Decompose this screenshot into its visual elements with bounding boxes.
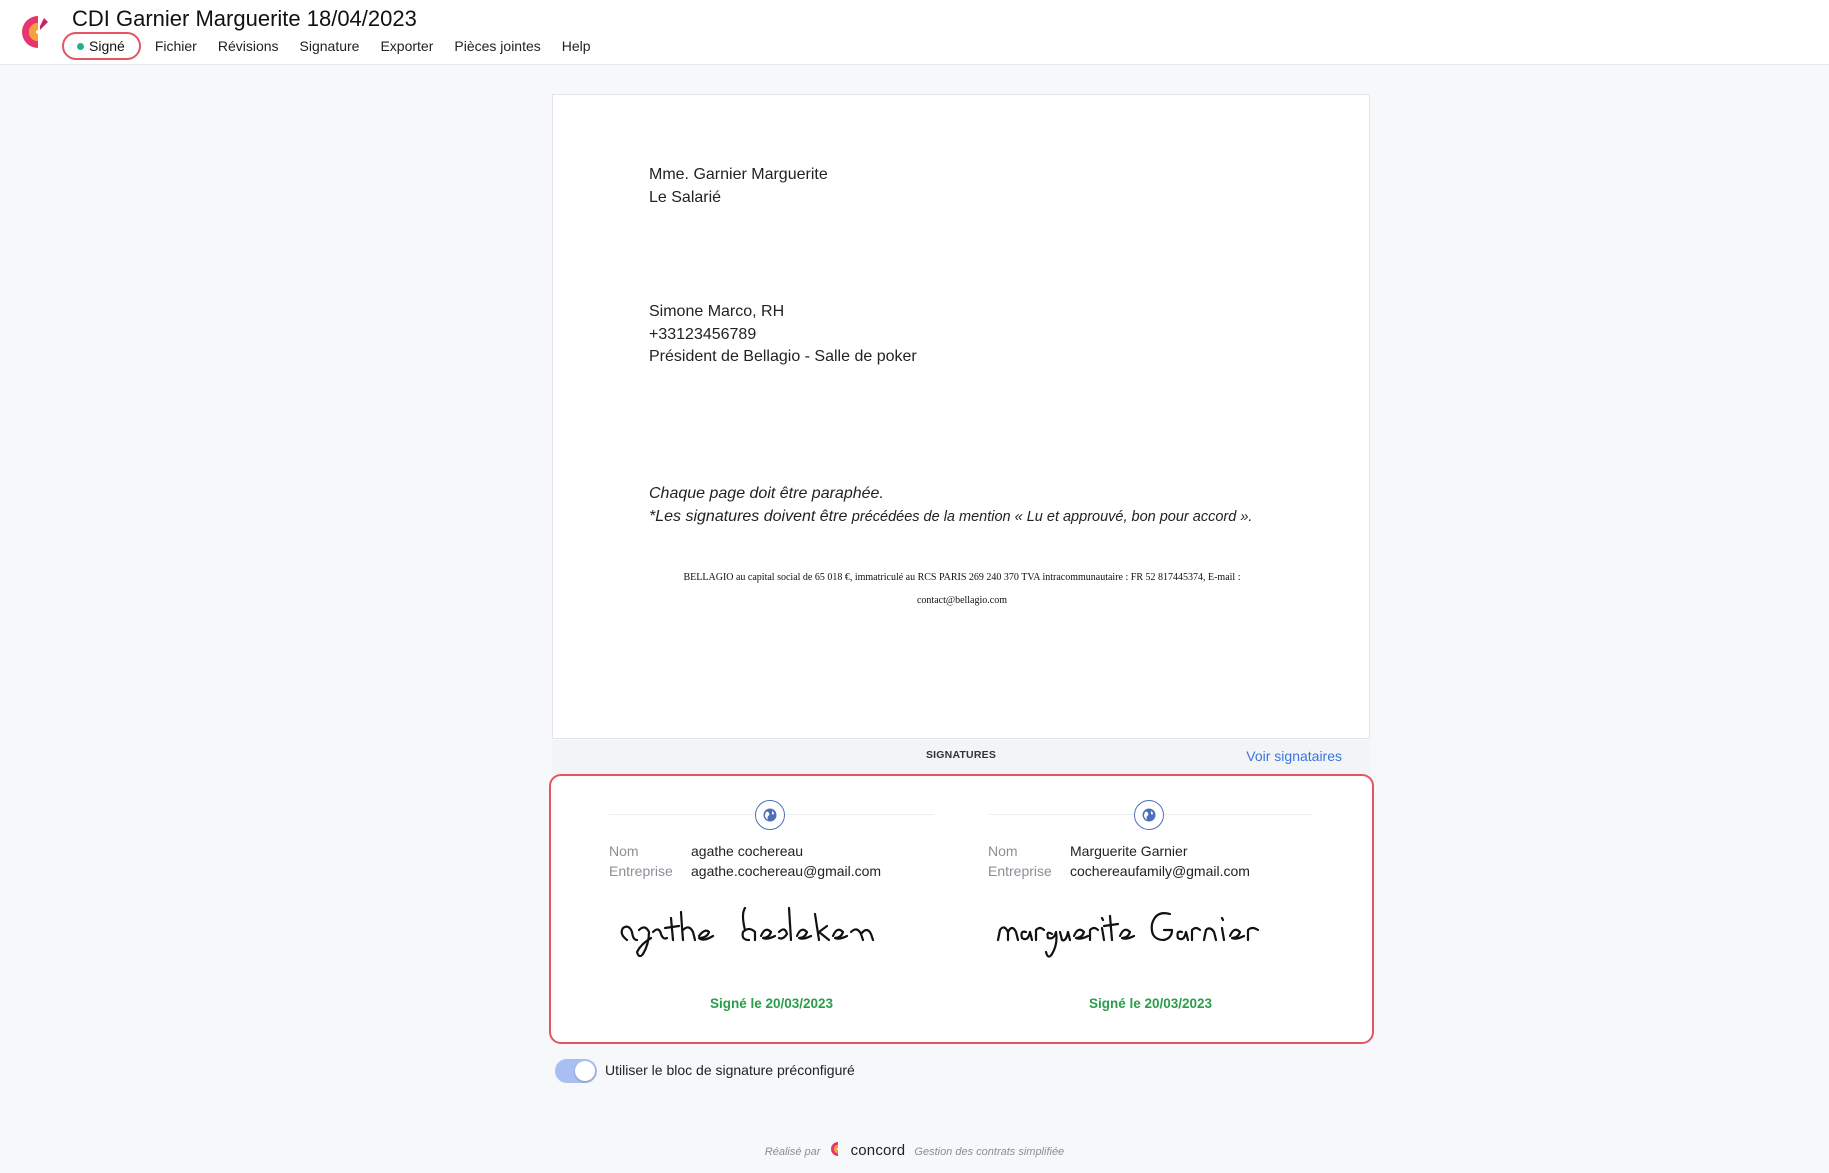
- document-title: CDI Garnier Marguerite 18/04/2023: [72, 6, 417, 31]
- signer-role: Président de Bellagio - Salle de poker: [649, 348, 917, 365]
- signer-card: Nom agathe cochereau Entreprise agathe.coc…: [609, 776, 939, 1036]
- footer-tagline: Gestion des contrats simplifiée: [914, 1146, 1065, 1158]
- company-label: Entreprise: [609, 863, 673, 879]
- signatures-header: SIGNATURES Voir signataires: [552, 740, 1370, 774]
- status-dot-icon: [77, 42, 84, 50]
- signer-company-row: Entreprise cochereaufamily@gmail.com: [988, 863, 1250, 879]
- menu-help[interactable]: Help: [562, 38, 591, 54]
- signer-name-row: Nom Marguerite Garnier: [988, 843, 1188, 859]
- menu-bar: Signé Fichier Révisions Signature Export…: [62, 31, 612, 61]
- recipient-role: Le Salarié: [649, 189, 722, 206]
- note-line-2-part-1: *Les signatures doivent être: [649, 508, 848, 525]
- menu-pieces-jointes[interactable]: Pièces jointes: [454, 38, 540, 54]
- toggle-knob: [575, 1061, 595, 1081]
- menu-signature[interactable]: Signature: [300, 38, 360, 54]
- status-label: Signé: [89, 38, 125, 54]
- recipient-name: Mme. Garnier Marguerite: [649, 166, 828, 183]
- menu-revisions[interactable]: Révisions: [218, 38, 279, 54]
- note-line-2: *Les signatures doivent être précédées d…: [649, 505, 1252, 529]
- signer-company-value: agathe.cochereau@gmail.com: [691, 863, 882, 879]
- concord-logo-icon[interactable]: [18, 12, 52, 52]
- signer-company-row: Entreprise agathe.cochereau@gmail.com: [609, 863, 881, 879]
- footer-brand[interactable]: concord: [851, 1142, 906, 1159]
- signer-name-row: Nom agathe cochereau: [609, 843, 803, 859]
- globe-icon: [1134, 800, 1164, 830]
- view-signers-link[interactable]: Voir signataires: [1246, 748, 1342, 764]
- preconfigured-signature-toggle[interactable]: [555, 1059, 597, 1083]
- note-line-1: Chaque page doit être paraphée.: [649, 485, 884, 502]
- handwritten-signature: [996, 912, 1260, 958]
- signer-company-value: cochereaufamily@gmail.com: [1070, 863, 1250, 879]
- name-label: Nom: [988, 843, 1018, 859]
- concord-small-logo-icon: [830, 1142, 838, 1156]
- toggle-label: Utiliser le bloc de signature préconfigu…: [605, 1062, 855, 1078]
- signed-date: Signé le 20/03/2023: [709, 996, 834, 1011]
- signature-block: Nom agathe cochereau Entreprise agathe.coc…: [549, 774, 1374, 1044]
- legal-line-1: BELLAGIO au capital social de 65 018 €, …: [683, 572, 1241, 583]
- signer-phone: +33123456789: [649, 326, 757, 343]
- handwritten-signature: [620, 906, 875, 958]
- document-page[interactable]: Mme. Garnier Marguerite Le Salarié Simon…: [552, 94, 1370, 739]
- globe-icon: [755, 800, 785, 830]
- brand-footer: Réalisé par concord Gestion des contrats…: [0, 1141, 1829, 1159]
- footer-prefix: Réalisé par: [764, 1146, 821, 1158]
- top-header: CDI Garnier Marguerite 18/04/2023 Signé …: [0, 0, 1829, 65]
- signer-name-value: Marguerite Garnier: [1070, 843, 1188, 859]
- menu-exporter[interactable]: Exporter: [380, 38, 433, 54]
- name-label: Nom: [609, 843, 639, 859]
- signed-date: Signé le 20/03/2023: [1088, 996, 1213, 1011]
- signer-name-value: agathe cochereau: [691, 843, 804, 859]
- note-line-2-part-2: précédées de la mention « Lu et approuvé…: [851, 509, 1253, 525]
- legal-line-2: contact@bellagio.com: [916, 595, 1007, 606]
- signer-card: Nom Marguerite Garnier Entreprise cocherea…: [988, 776, 1318, 1036]
- status-badge[interactable]: Signé: [62, 32, 141, 60]
- signer-name: Simone Marco, RH: [649, 303, 785, 320]
- company-label: Entreprise: [988, 863, 1052, 879]
- menu-fichier[interactable]: Fichier: [155, 38, 197, 54]
